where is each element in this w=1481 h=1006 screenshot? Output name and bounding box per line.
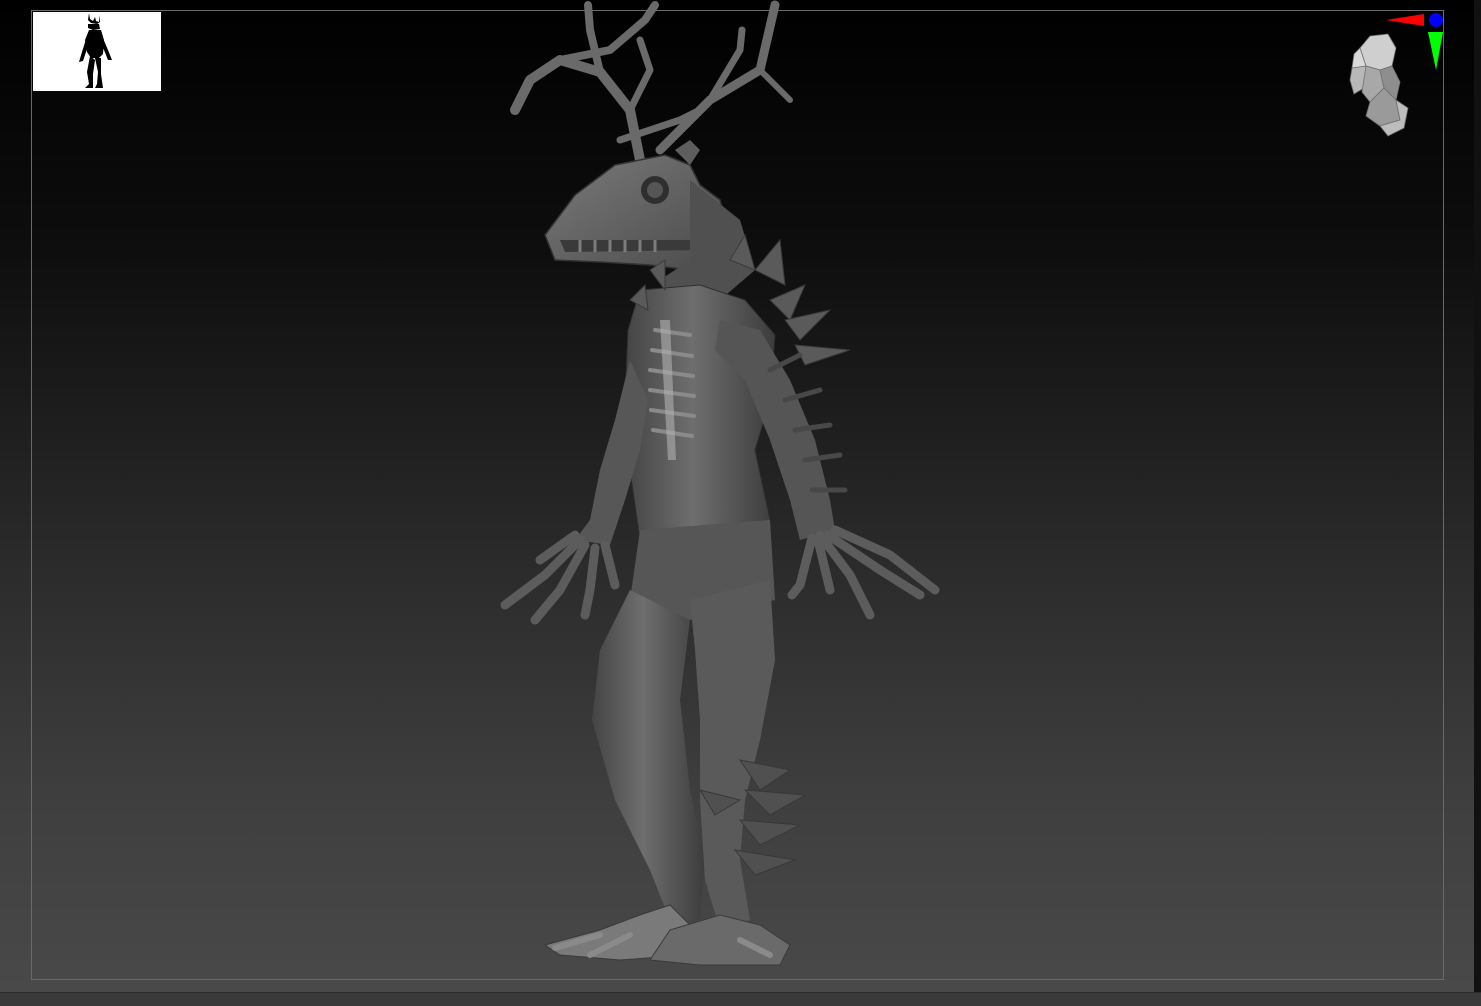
y-axis-arrow — [1428, 32, 1443, 70]
z-axis-dot — [1429, 13, 1443, 27]
lowpoly-head — [1349, 33, 1409, 137]
antlers — [510, 0, 793, 165]
right-hand — [787, 525, 940, 620]
zbrush-viewport[interactable] — [0, 0, 1481, 1006]
head-navigation-icon[interactable] — [1340, 8, 1450, 138]
feet — [543, 904, 791, 966]
status-bar — [0, 992, 1481, 1006]
left-leg — [592, 590, 705, 920]
wendigo-sculpt-mesh[interactable] — [0, 0, 1481, 992]
torso — [624, 284, 776, 561]
x-axis-arrow — [1386, 14, 1424, 26]
left-hand — [500, 530, 620, 625]
